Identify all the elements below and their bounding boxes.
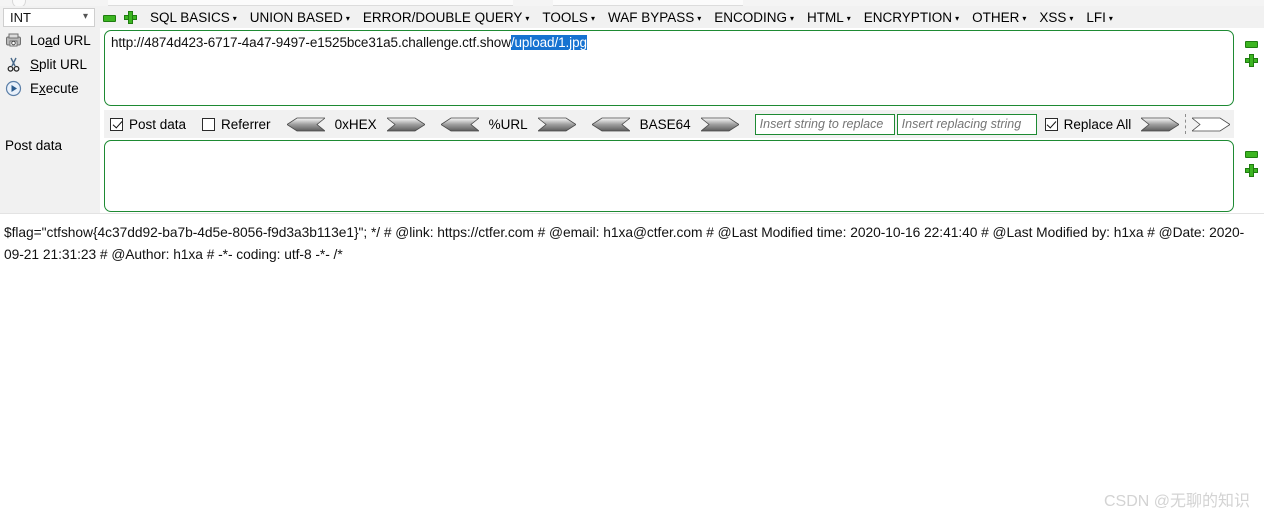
base64-decode-arrow-left-icon[interactable] (590, 117, 631, 132)
minus-icon (1244, 151, 1258, 159)
replace-all-label: Replace All (1063, 116, 1132, 132)
caret-down-icon: ▾ (525, 13, 530, 23)
replace-with-input[interactable] (896, 113, 1037, 135)
menu-sql-basics[interactable]: SQL BASICS ▾ (150, 10, 237, 25)
url-remove-line-button[interactable] (1240, 36, 1262, 52)
checkbox-box-checked (110, 117, 123, 131)
menu-label: TOOLS (542, 9, 588, 25)
add-tab-button[interactable] (124, 10, 137, 25)
post-box-side-controls (1240, 146, 1262, 178)
url-input-area[interactable]: http://4874d423-6717-4a47-9497-e1525bce3… (104, 30, 1234, 106)
menu-error-double-query[interactable]: ERROR/DOUBLE QUERY ▾ (363, 10, 530, 25)
response-output-area: $flag="ctfshow{4c37dd92-ba7b-4d5e-8056-f… (0, 216, 1264, 517)
menu-label: ENCODING (714, 9, 788, 25)
hex-decode-arrow-left-icon[interactable] (285, 117, 326, 132)
menu-waf-bypass[interactable]: WAF BYPASS ▾ (608, 10, 701, 25)
replace-apply-arrow-icon[interactable] (1140, 117, 1180, 132)
caret-down-icon: ▾ (345, 13, 350, 23)
split-url-label: Split URL (30, 56, 88, 72)
menu-other[interactable]: OTHER ▾ (972, 10, 1026, 25)
minus-icon (103, 14, 116, 22)
options-toolbar: Post data Referrer 0xHEX %URL BASE64 Ins… (104, 110, 1234, 138)
caret-down-icon: ▾ (697, 13, 702, 23)
base64-encode-arrow-right-icon[interactable] (699, 117, 740, 132)
menu-xss[interactable]: XSS ▾ (1039, 10, 1073, 25)
menu-html[interactable]: HTML ▾ (807, 10, 851, 25)
caret-down-icon: ▾ (955, 13, 960, 23)
caret-down-icon: ▾ (232, 13, 237, 23)
load-url-label: Load URL (30, 32, 91, 48)
url-text: http://4874d423-6717-4a47-9497-e1525bce3… (105, 31, 1233, 54)
replace-undo-arrow-icon[interactable] (1191, 117, 1231, 132)
url-decode-arrow-left-icon[interactable] (439, 117, 480, 132)
execute-label: Execute (30, 80, 79, 96)
caret-down-icon: ▾ (1108, 13, 1113, 23)
replace-all-checkbox[interactable]: Replace All (1044, 116, 1132, 132)
base64-label: BASE64 (639, 116, 691, 132)
replace-search-input[interactable] (754, 113, 895, 135)
menubar: INT ▾ SQL BASICS ▾ UNION BASED ▾ ERROR/D… (0, 6, 1264, 28)
post-data-checkbox[interactable]: Post data (110, 117, 186, 132)
post-data-checkbox-label: Post data (129, 116, 187, 132)
url-add-line-button[interactable] (1240, 52, 1262, 68)
response-output-text: $flag="ctfshow{4c37dd92-ba7b-4d5e-8056-f… (4, 225, 1245, 262)
hex-encode-arrow-right-icon[interactable] (385, 117, 426, 132)
menu-encryption[interactable]: ENCRYPTION ▾ (864, 10, 959, 25)
menu-union-based[interactable]: UNION BASED ▾ (250, 10, 350, 25)
post-remove-line-button[interactable] (1240, 146, 1262, 162)
injection-type-select[interactable]: INT ▾ (3, 7, 95, 27)
referrer-checkbox-label: Referrer (221, 116, 271, 132)
referrer-checkbox[interactable]: Referrer (202, 117, 271, 132)
injection-type-value: INT (10, 9, 31, 25)
plus-icon (1244, 164, 1258, 178)
toolbar-divider (1185, 114, 1187, 134)
url-encode-arrow-right-icon[interactable] (536, 117, 577, 132)
caret-down-icon: ▾ (790, 13, 795, 23)
menu-encoding[interactable]: ENCODING ▾ (714, 10, 794, 25)
menu-label: LFI (1086, 9, 1106, 25)
caret-down-icon: ▾ (1022, 13, 1027, 23)
url-selected-part: /upload/1.jpg (510, 35, 587, 50)
checkbox-box-unchecked (202, 117, 216, 131)
menu-label: ENCRYPTION (863, 9, 953, 25)
plus-icon (124, 11, 137, 25)
play-circle-icon (5, 80, 22, 97)
csdn-watermark: CSDN @无聊的知识 (1103, 493, 1250, 510)
caret-down-icon: ▾ (1069, 13, 1074, 23)
post-data-section-label: Post data (5, 138, 63, 153)
url-encode-group: %URL (439, 116, 577, 132)
chevron-down-icon: ▾ (82, 10, 88, 22)
scissors-icon (5, 56, 22, 73)
caret-down-icon: ▾ (590, 13, 595, 23)
plus-icon (1244, 54, 1258, 68)
menu-label: SQL BASICS (150, 9, 230, 25)
execute-button[interactable]: Execute (0, 76, 100, 100)
post-data-input-area[interactable] (104, 140, 1234, 212)
url-encode-label: %URL (488, 116, 528, 132)
menu-label: OTHER (972, 9, 1020, 25)
menu-label: UNION BASED (249, 9, 343, 25)
menu-label: XSS (1039, 9, 1067, 25)
menu-label: WAF BYPASS (607, 9, 695, 25)
load-url-button[interactable]: Load URL (0, 28, 100, 52)
url-box-side-controls (1240, 36, 1262, 68)
menu-tools[interactable]: TOOLS ▾ (542, 10, 595, 25)
post-add-line-button[interactable] (1240, 162, 1262, 178)
hex-convert-group: 0xHEX (285, 116, 426, 132)
output-divider (0, 213, 1264, 214)
load-url-icon (5, 32, 22, 49)
caret-down-icon: ▾ (846, 13, 851, 23)
menu-label: ERROR/DOUBLE QUERY (362, 9, 523, 25)
remove-tab-button[interactable] (103, 11, 116, 24)
url-plain-part: http://4874d423-6717-4a47-9497-e1525bce3… (111, 35, 511, 50)
post-data-text (105, 141, 1233, 149)
checkbox-box-checked (1044, 117, 1058, 131)
action-sidebar: Load URL Split URL Execute Post data (0, 28, 100, 214)
menu-label: HTML (807, 9, 844, 25)
menu-lfi[interactable]: LFI ▾ (1086, 10, 1113, 25)
base64-group: BASE64 (590, 116, 740, 132)
hex-label: 0xHEX (334, 116, 377, 132)
split-url-button[interactable]: Split URL (0, 52, 100, 76)
minus-icon (1244, 41, 1258, 49)
